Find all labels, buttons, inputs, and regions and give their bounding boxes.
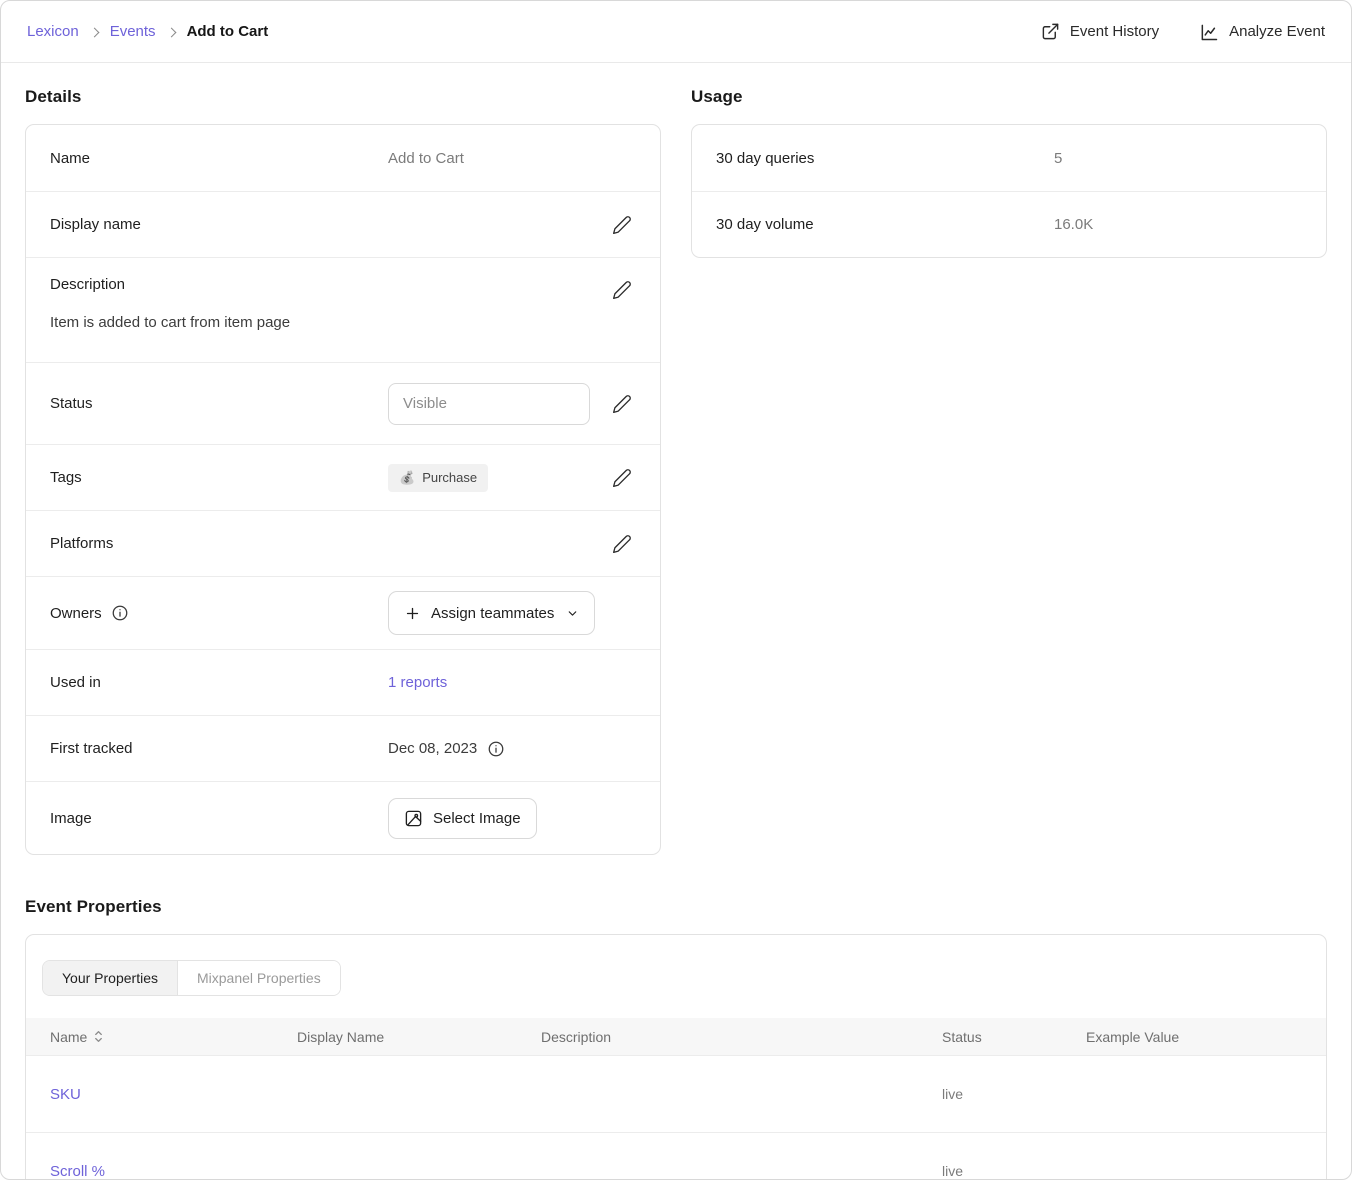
sort-icon [93, 1030, 104, 1043]
status-label: Status [50, 395, 388, 412]
top-bar: Lexicon Events Add to Cart Event History [1, 1, 1351, 63]
info-icon[interactable] [487, 740, 505, 758]
platforms-label: Platforms [50, 535, 388, 552]
name-column-label: Name [50, 1029, 87, 1045]
pencil-icon [612, 468, 632, 488]
detail-row-display-name: Display name [26, 191, 660, 257]
name-label: Name [50, 150, 388, 167]
details-section: Details Name Add to Cart Display name [25, 87, 661, 855]
plus-icon [404, 605, 421, 622]
description-label: Description [50, 276, 608, 293]
header-actions: Event History Analyze Event [1041, 22, 1325, 42]
property-status: live [942, 1163, 1086, 1179]
tab-your-properties[interactable]: Your Properties [43, 961, 177, 995]
queries-value: 5 [1054, 150, 1062, 167]
detail-row-name: Name Add to Cart [26, 125, 660, 191]
event-history-label: Event History [1070, 23, 1159, 40]
edit-description-button[interactable] [608, 276, 636, 304]
volume-label: 30 day volume [716, 216, 1054, 233]
select-image-label: Select Image [433, 810, 521, 827]
tag-chip-purchase: 💰 Purchase [388, 464, 488, 492]
analyze-event-label: Analyze Event [1229, 23, 1325, 40]
queries-label: 30 day queries [716, 150, 1054, 167]
image-icon [404, 809, 423, 828]
edit-platforms-button[interactable] [608, 530, 636, 558]
breadcrumb: Lexicon Events Add to Cart [27, 23, 268, 40]
status-input[interactable] [388, 383, 590, 425]
detail-row-tags: Tags 💰 Purchase [26, 444, 660, 510]
breadcrumb-events-link[interactable]: Events [110, 23, 156, 40]
property-name-link[interactable]: SKU [50, 1086, 81, 1103]
property-status: live [942, 1086, 1086, 1102]
edit-display-name-button[interactable] [608, 211, 636, 239]
tag-label: Purchase [422, 470, 477, 485]
event-properties-card: Your Properties Mixpanel Properties Name [25, 934, 1327, 1180]
main-content: Details Name Add to Cart Display name [1, 63, 1351, 1180]
event-properties-section: Event Properties Your Properties Mixpane… [25, 897, 1327, 1180]
display-name-label: Display name [50, 216, 388, 233]
external-link-icon [1041, 22, 1060, 41]
detail-row-platforms: Platforms [26, 510, 660, 576]
assign-teammates-label: Assign teammates [431, 605, 554, 622]
first-tracked-value: Dec 08, 2023 [388, 740, 477, 757]
money-bag-icon: 💰 [399, 470, 415, 486]
lexicon-event-detail-page: Lexicon Events Add to Cart Event History [0, 0, 1352, 1180]
details-title: Details [25, 87, 661, 107]
event-properties-title: Event Properties [25, 897, 1327, 917]
properties-table: Name Display Name Description Status [26, 1018, 1326, 1180]
detail-row-description: Description Item is added to cart from i… [26, 257, 660, 362]
volume-value: 16.0K [1054, 216, 1093, 233]
owners-label: Owners [50, 605, 102, 622]
assign-teammates-button[interactable]: Assign teammates [388, 591, 595, 635]
property-name-link[interactable]: Scroll % [50, 1163, 105, 1180]
breadcrumb-lexicon-link[interactable]: Lexicon [27, 23, 79, 40]
detail-row-owners: Owners [26, 576, 660, 649]
description-value: Item is added to cart from item page [50, 314, 636, 331]
properties-table-header: Name Display Name Description Status [26, 1018, 1326, 1055]
tags-label: Tags [50, 469, 388, 486]
detail-row-image: Image Select Image [26, 781, 660, 854]
line-chart-icon [1199, 22, 1219, 42]
column-header-description: Description [541, 1029, 942, 1045]
property-row-scroll[interactable]: Scroll % live [26, 1132, 1326, 1180]
event-history-button[interactable]: Event History [1041, 22, 1159, 41]
analyze-event-button[interactable]: Analyze Event [1199, 22, 1325, 42]
pencil-icon [612, 534, 632, 554]
chevron-right-icon [166, 27, 176, 37]
edit-tags-button[interactable] [608, 464, 636, 492]
column-header-status: Status [942, 1029, 1086, 1045]
chevron-down-icon [566, 607, 579, 620]
used-in-reports-link[interactable]: 1 reports [388, 674, 447, 691]
pencil-icon [612, 394, 632, 414]
column-header-name[interactable]: Name [50, 1029, 297, 1045]
details-card: Name Add to Cart Display name [25, 124, 661, 855]
pencil-icon [612, 280, 632, 300]
chevron-right-icon [89, 27, 99, 37]
pencil-icon [612, 215, 632, 235]
usage-title: Usage [691, 87, 1327, 107]
property-row-sku[interactable]: SKU live [26, 1055, 1326, 1132]
properties-tabs: Your Properties Mixpanel Properties [26, 935, 1326, 1018]
detail-row-status: Status [26, 362, 660, 444]
edit-status-button[interactable] [608, 390, 636, 418]
usage-section: Usage 30 day queries 5 30 day volume 16.… [691, 87, 1327, 258]
first-tracked-label: First tracked [50, 740, 388, 757]
column-header-display-name: Display Name [297, 1029, 541, 1045]
breadcrumb-current-event: Add to Cart [187, 23, 269, 40]
select-image-button[interactable]: Select Image [388, 798, 537, 839]
detail-row-used-in: Used in 1 reports [26, 649, 660, 715]
usage-row-queries: 30 day queries 5 [692, 125, 1326, 191]
image-label: Image [50, 810, 388, 827]
detail-row-first-tracked: First tracked Dec 08, 2023 [26, 715, 660, 781]
used-in-label: Used in [50, 674, 388, 691]
column-header-example-value: Example Value [1086, 1029, 1326, 1045]
usage-row-volume: 30 day volume 16.0K [692, 191, 1326, 257]
tab-mixpanel-properties[interactable]: Mixpanel Properties [177, 961, 340, 995]
event-name-value: Add to Cart [388, 150, 464, 167]
usage-card: 30 day queries 5 30 day volume 16.0K [691, 124, 1327, 258]
info-icon[interactable] [111, 604, 129, 622]
